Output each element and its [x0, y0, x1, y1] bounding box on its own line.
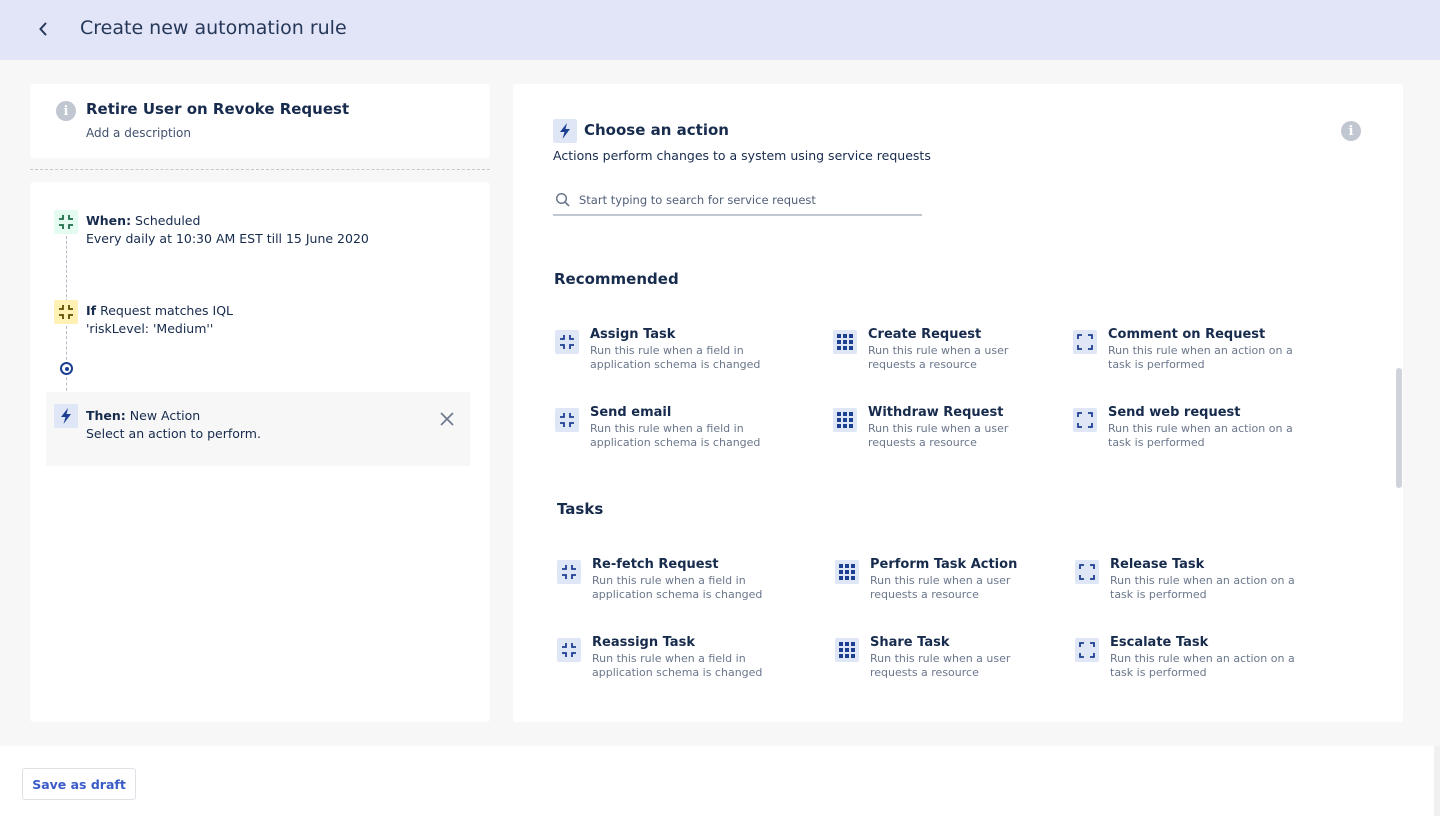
action-description: Run this rule when a field in applicatio… — [590, 344, 761, 371]
grid-icon — [835, 560, 859, 584]
action-name: Comment on Request — [1108, 327, 1266, 342]
action-item-comment-on-request[interactable]: Comment on Request Run this rule when an … — [1073, 327, 1313, 380]
grid-icon — [833, 408, 857, 432]
collapse-icon — [557, 638, 581, 662]
scrollbar[interactable] — [1396, 368, 1402, 488]
collapse-icon — [557, 560, 581, 584]
footer — [0, 746, 1440, 816]
action-name: Re-fetch Request — [592, 557, 719, 572]
expand-icon — [1075, 638, 1099, 662]
action-name: Perform Task Action — [870, 557, 1018, 572]
page-header: Create new automation rule — [0, 0, 1440, 60]
search-input[interactable] — [579, 193, 919, 207]
expand-icon — [1075, 560, 1099, 584]
action-description: Run this rule when a field in applicatio… — [592, 574, 763, 601]
action-description: Run this rule when a user requests a res… — [868, 344, 1009, 371]
action-item-escalate-task[interactable]: Escalate Task Run this rule when an actio… — [1075, 635, 1315, 688]
action-description: Run this rule when an action on a task i… — [1108, 344, 1293, 371]
action-name: Share Task — [870, 635, 950, 650]
panel-title: Choose an action — [584, 121, 729, 139]
collapse-icon — [555, 330, 579, 354]
action-description: Run this rule when a field in applicatio… — [592, 652, 763, 679]
expand-icon — [1073, 408, 1097, 432]
close-icon — [440, 412, 454, 426]
then-step[interactable]: Then: New Action Select an action to per… — [86, 407, 261, 443]
action-name: Assign Task — [590, 327, 676, 342]
search-icon — [555, 192, 570, 207]
page-title: Create new automation rule — [80, 17, 347, 39]
section-title-tasks: Tasks — [557, 500, 604, 518]
when-label: When: — [86, 213, 132, 228]
action-name: Send email — [590, 405, 672, 420]
when-detail: Every daily at 10:30 AM EST till 15 June… — [86, 231, 369, 246]
if-label: If — [86, 303, 97, 318]
flow-connector — [66, 236, 67, 302]
add-step-node[interactable] — [60, 362, 73, 375]
collapse-icon — [555, 408, 579, 432]
action-name: Create Request — [868, 327, 982, 342]
action-description: Run this rule when a user requests a res… — [868, 422, 1009, 449]
lightning-icon — [54, 404, 78, 428]
action-description: Run this rule when a field in applicatio… — [590, 422, 761, 449]
action-description: Run this rule when a user requests a res… — [870, 574, 1011, 601]
panel-subtitle: Actions perform changes to a system usin… — [553, 148, 931, 163]
action-item-send-web-request[interactable]: Send web request Run this rule when an ac… — [1073, 405, 1313, 458]
remove-step-button[interactable] — [438, 410, 456, 428]
if-detail: 'riskLevel: 'Medium'' — [86, 321, 214, 336]
action-item-perform-task-action[interactable]: Perform Task Action Run this rule when a … — [835, 557, 1075, 610]
then-label: Then: — [86, 408, 126, 423]
chevron-left-icon — [39, 22, 47, 36]
action-name: Withdraw Request — [868, 405, 1004, 420]
collapse-icon — [54, 300, 78, 324]
grid-icon — [833, 330, 857, 354]
lightning-icon — [553, 119, 577, 143]
info-icon: i — [56, 101, 76, 121]
action-name: Escalate Task — [1110, 635, 1209, 650]
info-icon[interactable]: i — [1341, 121, 1361, 141]
collapse-icon — [54, 210, 78, 234]
action-name: Release Task — [1110, 557, 1205, 572]
divider — [30, 169, 490, 170]
footer-edge — [1434, 746, 1440, 816]
choose-action-panel: Choose an action Actions perform changes… — [513, 84, 1403, 722]
action-description: Run this rule when an action on a task i… — [1110, 652, 1295, 679]
action-name: Send web request — [1108, 405, 1241, 420]
rule-summary-card: i Retire User on Revoke Request Add a de… — [30, 84, 490, 158]
action-item-create-request[interactable]: Create Request Run this rule when a user … — [833, 327, 1073, 380]
action-item-release-task[interactable]: Release Task Run this rule when an action… — [1075, 557, 1315, 610]
action-description: Run this rule when a user requests a res… — [870, 652, 1011, 679]
action-description: Run this rule when an action on a task i… — [1108, 422, 1293, 449]
when-step[interactable]: When: Scheduled Every daily at 10:30 AM … — [86, 212, 369, 248]
action-name: Reassign Task — [592, 635, 695, 650]
action-item-send-email[interactable]: Send email Run this rule when a field in … — [555, 405, 795, 458]
rule-flow-panel: When: Scheduled Every daily at 10:30 AM … — [30, 182, 490, 722]
action-item-share-task[interactable]: Share Task Run this rule when a user requ… — [835, 635, 1075, 688]
action-item-withdraw-request[interactable]: Withdraw Request Run this rule when a use… — [833, 405, 1073, 458]
when-value: Scheduled — [135, 213, 201, 228]
back-button[interactable] — [32, 18, 54, 40]
then-value: New Action — [129, 408, 201, 423]
action-item-assign-task[interactable]: Assign Task Run this rule when a field in… — [555, 327, 795, 380]
grid-icon — [835, 638, 859, 662]
action-item-reassign-task[interactable]: Reassign Task Run this rule when a field … — [557, 635, 797, 688]
if-value: Request matches IQL — [100, 303, 234, 318]
rule-name[interactable]: Retire User on Revoke Request — [86, 100, 349, 118]
if-step[interactable]: If Request matches IQL 'riskLevel: 'Medi… — [86, 302, 233, 338]
action-item-re-fetch-request[interactable]: Re-fetch Request Run this rule when a fie… — [557, 557, 797, 610]
then-detail: Select an action to perform. — [86, 426, 261, 441]
search-field[interactable] — [553, 188, 922, 216]
expand-icon — [1073, 330, 1097, 354]
section-title-recommended: Recommended — [554, 270, 679, 288]
action-description: Run this rule when an action on a task i… — [1110, 574, 1295, 601]
save-draft-button[interactable]: Save as draft — [22, 768, 136, 800]
rule-description-field[interactable]: Add a description — [86, 126, 191, 140]
